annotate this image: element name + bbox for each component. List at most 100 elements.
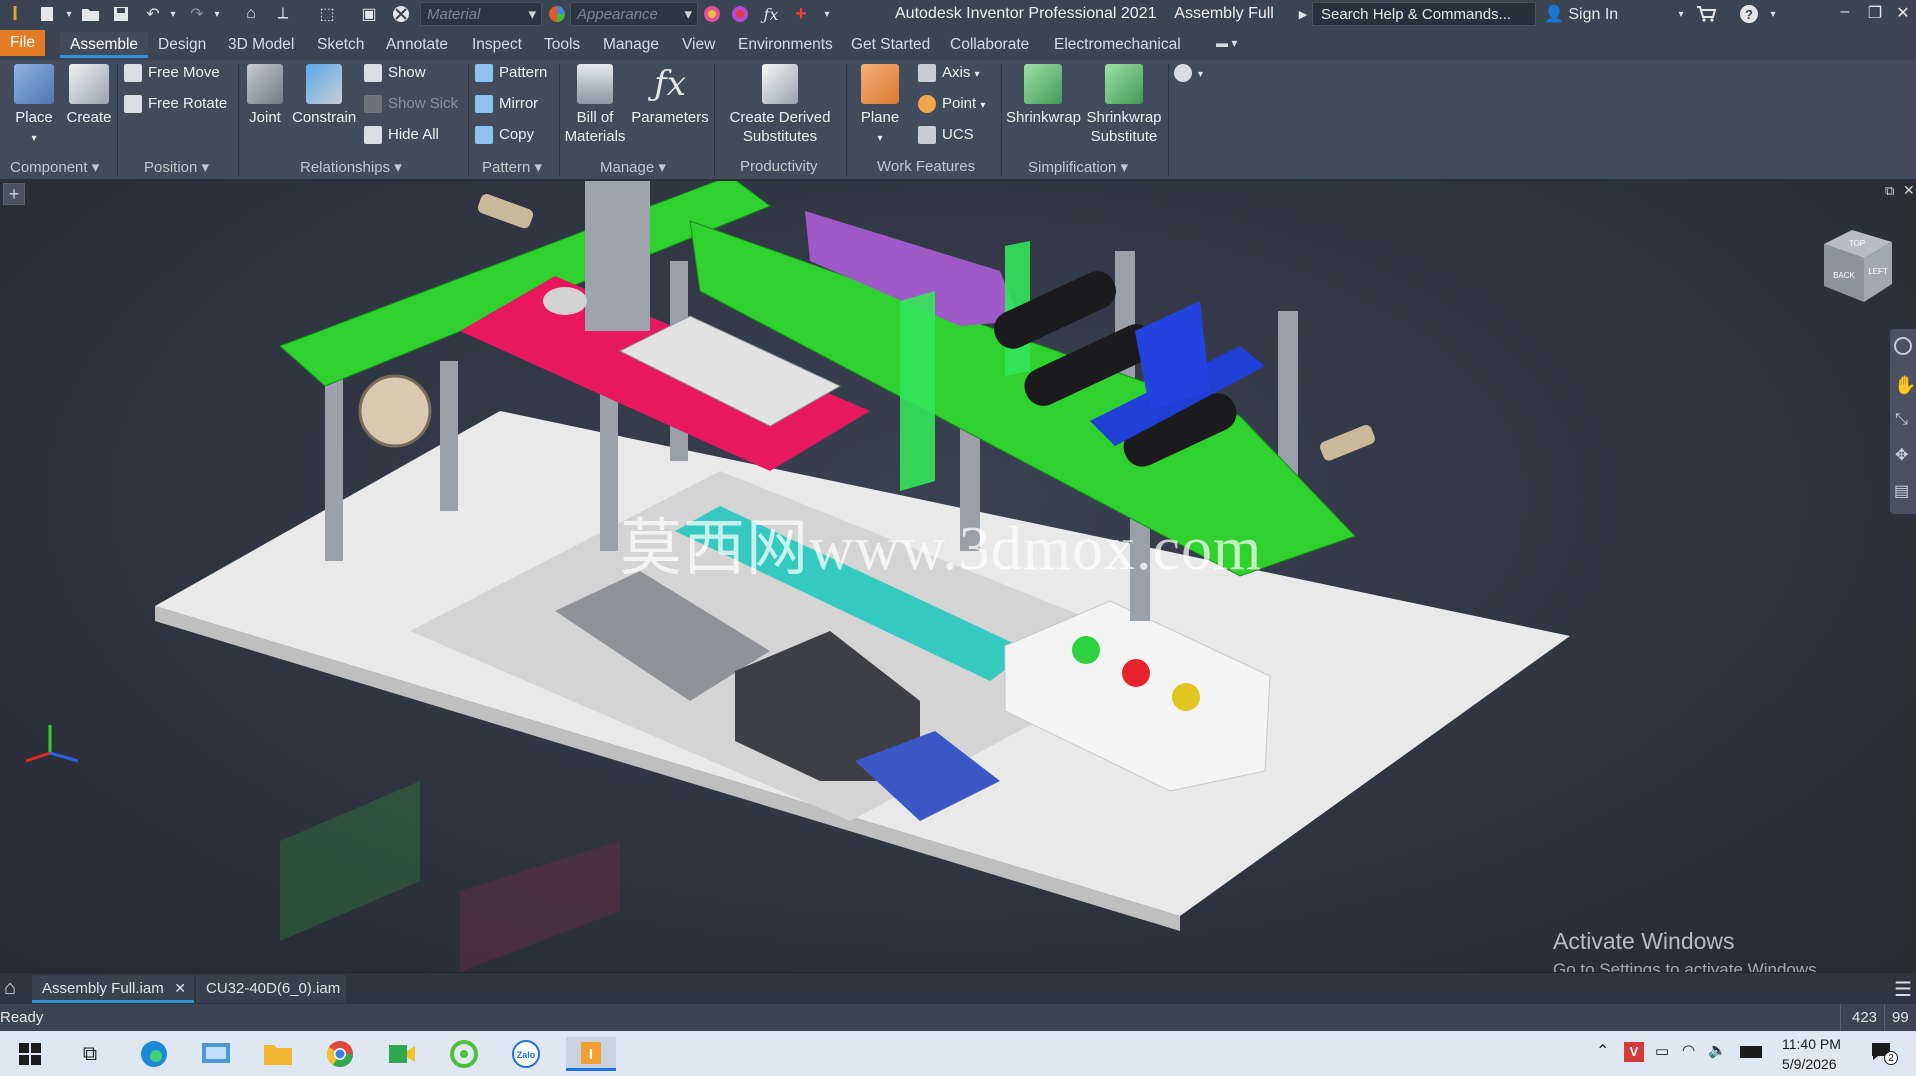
redo-dropdown-icon[interactable]: ▾ <box>206 3 228 25</box>
graphics-viewport[interactable]: + ⧉ ✕ TOP BACK LEFT ✋ ⤡ ✥ ▤ 莫西网www.3dmox… <box>0 181 1916 972</box>
component-panel-label[interactable]: Component ▾ <box>10 158 99 176</box>
redo-icon[interactable]: ↷ <box>186 3 208 25</box>
tab-get-started[interactable]: Get Started <box>841 32 940 58</box>
plane-button[interactable]: Plane ▾ <box>856 64 904 148</box>
undo-icon[interactable]: ↶ <box>142 3 164 25</box>
tab-collaborate[interactable]: Collaborate <box>940 32 1039 58</box>
work-features-panel-label[interactable]: Work Features <box>877 158 975 175</box>
sign-in-button[interactable]: 👤 Sign In <box>1544 4 1618 24</box>
windows-start-icon[interactable] <box>12 1037 48 1071</box>
tab-manage[interactable]: Manage <box>593 32 669 58</box>
shrinkwrap-substitute-button[interactable]: Shrinkwrap Substitute <box>1084 64 1164 146</box>
add-icon[interactable]: + <box>790 3 812 25</box>
bill-of-materials-button[interactable]: Bill of Materials <box>563 64 627 146</box>
search-help-input[interactable]: Search Help & Commands... <box>1312 2 1536 26</box>
joint-button[interactable]: Joint <box>243 64 287 127</box>
tab-assemble[interactable]: Assemble <box>60 32 149 58</box>
orbit-icon[interactable]: ✥ <box>1895 445 1908 465</box>
ribbon-display-icon[interactable]: ▬ ▾ <box>1206 32 1247 58</box>
zalo-icon[interactable]: Zalo <box>508 1037 544 1071</box>
undo-dropdown-icon[interactable]: ▾ <box>162 3 184 25</box>
adjust-appearance-icon[interactable] <box>701 3 723 25</box>
help-dropdown-icon[interactable]: ▾ <box>1762 3 1784 25</box>
pattern-panel-label[interactable]: Pattern ▾ <box>482 158 542 176</box>
point-button[interactable]: Point ▾ <box>918 93 985 115</box>
productivity-panel-label[interactable]: Productivity <box>740 158 818 175</box>
green-app-icon[interactable] <box>446 1037 482 1071</box>
parameters-fx-icon[interactable]: ƒx <box>760 3 782 25</box>
maximize-view-icon[interactable]: ⧉ <box>1885 183 1894 199</box>
create-button[interactable]: Create <box>64 64 114 127</box>
appearance-sphere-icon[interactable] <box>546 3 568 25</box>
help-icon[interactable]: ? <box>1738 3 1760 25</box>
tab-design[interactable]: Design <box>148 32 216 58</box>
antivirus-icon[interactable]: V <box>1624 1042 1644 1062</box>
relationships-panel-label[interactable]: Relationships ▾ <box>300 158 402 176</box>
tab-environments[interactable]: Environments <box>728 32 843 58</box>
new-dropdown-icon[interactable]: ▾ <box>58 3 80 25</box>
customize-dropdown-icon[interactable]: ▾ <box>816 3 838 25</box>
close-tab-icon[interactable]: ✕ <box>174 980 186 997</box>
axis-button[interactable]: Axis ▾ <box>918 62 980 84</box>
clock-date[interactable]: 5/9/2026 <box>1782 1056 1837 1072</box>
ucs-button[interactable]: UCS <box>918 124 974 146</box>
show-button[interactable]: Show <box>364 62 426 84</box>
clock-time[interactable]: 11:40 PM <box>1782 1036 1841 1052</box>
close-button[interactable]: ✕ <box>1888 3 1916 25</box>
create-derived-substitutes-button[interactable]: Create Derived Substitutes <box>722 64 838 146</box>
inventor-taskbar-icon[interactable]: I <box>566 1037 616 1071</box>
inventor-logo-icon[interactable]: I <box>4 3 26 25</box>
material-dropdown[interactable]: Material <box>420 2 542 26</box>
zoom-icon[interactable]: ⤡ <box>1895 411 1908 429</box>
position-panel-label[interactable]: Position ▾ <box>144 158 209 176</box>
battery-icon[interactable] <box>1740 1046 1762 1058</box>
meet-now-icon[interactable]: ▭ <box>1655 1042 1669 1060</box>
tab-tools[interactable]: Tools <box>534 32 590 58</box>
tab-sketch[interactable]: Sketch <box>307 32 374 58</box>
show-sick-button[interactable]: Show Sick <box>364 93 458 115</box>
control-panel-icon[interactable] <box>198 1037 234 1071</box>
tab-inspect[interactable]: Inspect <box>462 32 532 58</box>
notification-center-icon[interactable]: 2 <box>1870 1041 1898 1065</box>
add-browser-button[interactable]: + <box>3 183 25 205</box>
select-icon[interactable]: ⬚ <box>316 3 338 25</box>
steering-wheel-icon[interactable] <box>1894 337 1912 355</box>
measure-icon[interactable]: ⟂ <box>272 3 294 25</box>
shrinkwrap-button[interactable]: Shrinkwrap <box>1006 64 1081 127</box>
chrome-icon[interactable] <box>322 1037 358 1071</box>
tab-view[interactable]: View <box>672 32 725 58</box>
minimize-button[interactable]: – <box>1830 3 1860 25</box>
constrain-button[interactable]: Constrain <box>292 64 356 127</box>
close-view-icon[interactable]: ✕ <box>1903 182 1915 199</box>
open-folder-icon[interactable] <box>80 3 102 25</box>
mirror-button[interactable]: Mirror <box>475 93 538 115</box>
save-icon[interactable] <box>110 3 132 25</box>
pattern-button[interactable]: Pattern <box>475 62 547 84</box>
meet-icon[interactable] <box>384 1037 420 1071</box>
wifi-icon[interactable]: ◠ <box>1682 1041 1695 1059</box>
tab-3d-model[interactable]: 3D Model <box>218 32 304 58</box>
file-explorer-icon[interactable] <box>260 1037 296 1071</box>
new-file-icon[interactable] <box>36 3 58 25</box>
sign-in-dropdown-icon[interactable]: ▾ <box>1670 3 1692 25</box>
cart-icon[interactable] <box>1695 3 1717 25</box>
copy-button[interactable]: Copy <box>475 124 534 146</box>
parameters-button[interactable]: ƒx Parameters <box>630 64 710 127</box>
tab-annotate[interactable]: Annotate <box>376 32 458 58</box>
manage-panel-label[interactable]: Manage ▾ <box>600 158 666 176</box>
appearance-dropdown[interactable]: Appearance <box>570 2 698 26</box>
open-documents-menu-icon[interactable]: ☰ <box>1894 977 1912 1002</box>
place-button[interactable]: Place ▾ <box>10 64 58 148</box>
simplification-panel-label[interactable]: Simplification ▾ <box>1028 158 1128 176</box>
free-rotate-button[interactable]: Free Rotate <box>124 93 227 115</box>
edge-browser-icon[interactable] <box>136 1037 172 1071</box>
task-view-icon[interactable]: ⧉ <box>72 1037 108 1071</box>
restore-button[interactable]: ❐ <box>1860 3 1890 25</box>
clear-appearance-icon[interactable] <box>729 3 751 25</box>
document-tab-cu32[interactable]: CU32-40D(6_0).iam <box>196 975 346 1003</box>
tab-file[interactable]: File <box>0 30 45 56</box>
search-expand-icon[interactable]: ▶ <box>1292 3 1314 25</box>
pan-hand-icon[interactable]: ✋ <box>1894 375 1916 396</box>
hide-all-button[interactable]: Hide All <box>364 124 439 146</box>
view-cube[interactable]: TOP BACK LEFT <box>1818 226 1896 306</box>
